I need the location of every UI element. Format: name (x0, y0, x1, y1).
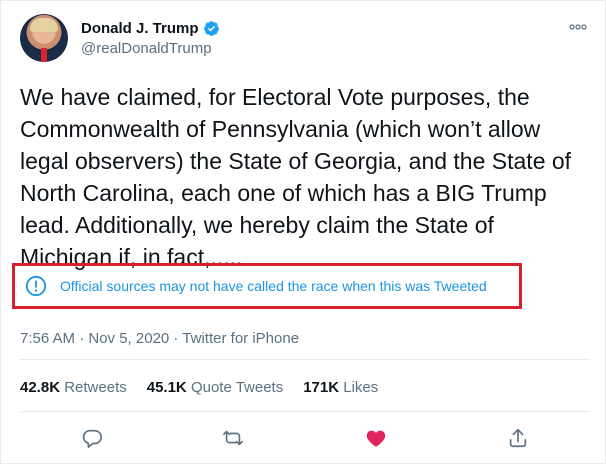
notice-text[interactable]: Official sources may not have called the… (60, 278, 487, 294)
likes-stat[interactable]: 171K Likes (303, 379, 378, 396)
share-button[interactable] (503, 423, 533, 453)
tweet-text: We have claimed, for Electoral Vote purp… (20, 84, 572, 270)
author-handle[interactable]: @realDonaldTrump (81, 40, 212, 57)
likes-label: Likes (343, 379, 379, 396)
verified-badge-icon (203, 21, 219, 36)
like-heart-icon (366, 430, 386, 447)
author-name-row[interactable]: Donald J. Trump (81, 20, 220, 37)
quote-tweets-count: 45.1K (146, 379, 187, 396)
quote-tweets-label: Quote Tweets (190, 379, 284, 396)
tweet-card: Donald J. Trump @realDonaldTrump We have… (0, 0, 606, 464)
like-button[interactable] (361, 423, 391, 453)
action-bar (1, 423, 605, 453)
reply-button[interactable] (77, 423, 107, 453)
tweet-timestamp[interactable]: 7:56 AM · Nov 5, 2020 · Twitter for iPho… (20, 330, 299, 347)
divider (20, 359, 590, 360)
divider (20, 411, 590, 412)
author-avatar[interactable] (20, 14, 68, 62)
likes-count: 171K (303, 379, 340, 396)
retweet-icon (223, 430, 243, 446)
avatar-tie (41, 48, 47, 62)
retweets-count: 42.8K (20, 379, 61, 396)
quote-tweets-stat[interactable]: 45.1K Quote Tweets (147, 379, 283, 396)
tweet-stats: 42.8K Retweets 45.1K Quote Tweets 171K L… (20, 379, 378, 396)
reply-icon (82, 429, 102, 448)
election-notice[interactable]: Official sources may not have called the… (12, 263, 522, 309)
share-icon (509, 428, 527, 448)
more-options-icon[interactable] (569, 19, 587, 34)
info-icon (25, 275, 47, 297)
retweets-stat[interactable]: 42.8K Retweets (20, 379, 127, 396)
avatar-hair (30, 18, 58, 32)
retweet-button[interactable] (218, 423, 248, 453)
author-name[interactable]: Donald J. Trump (81, 20, 199, 37)
retweets-label: Retweets (64, 379, 127, 396)
